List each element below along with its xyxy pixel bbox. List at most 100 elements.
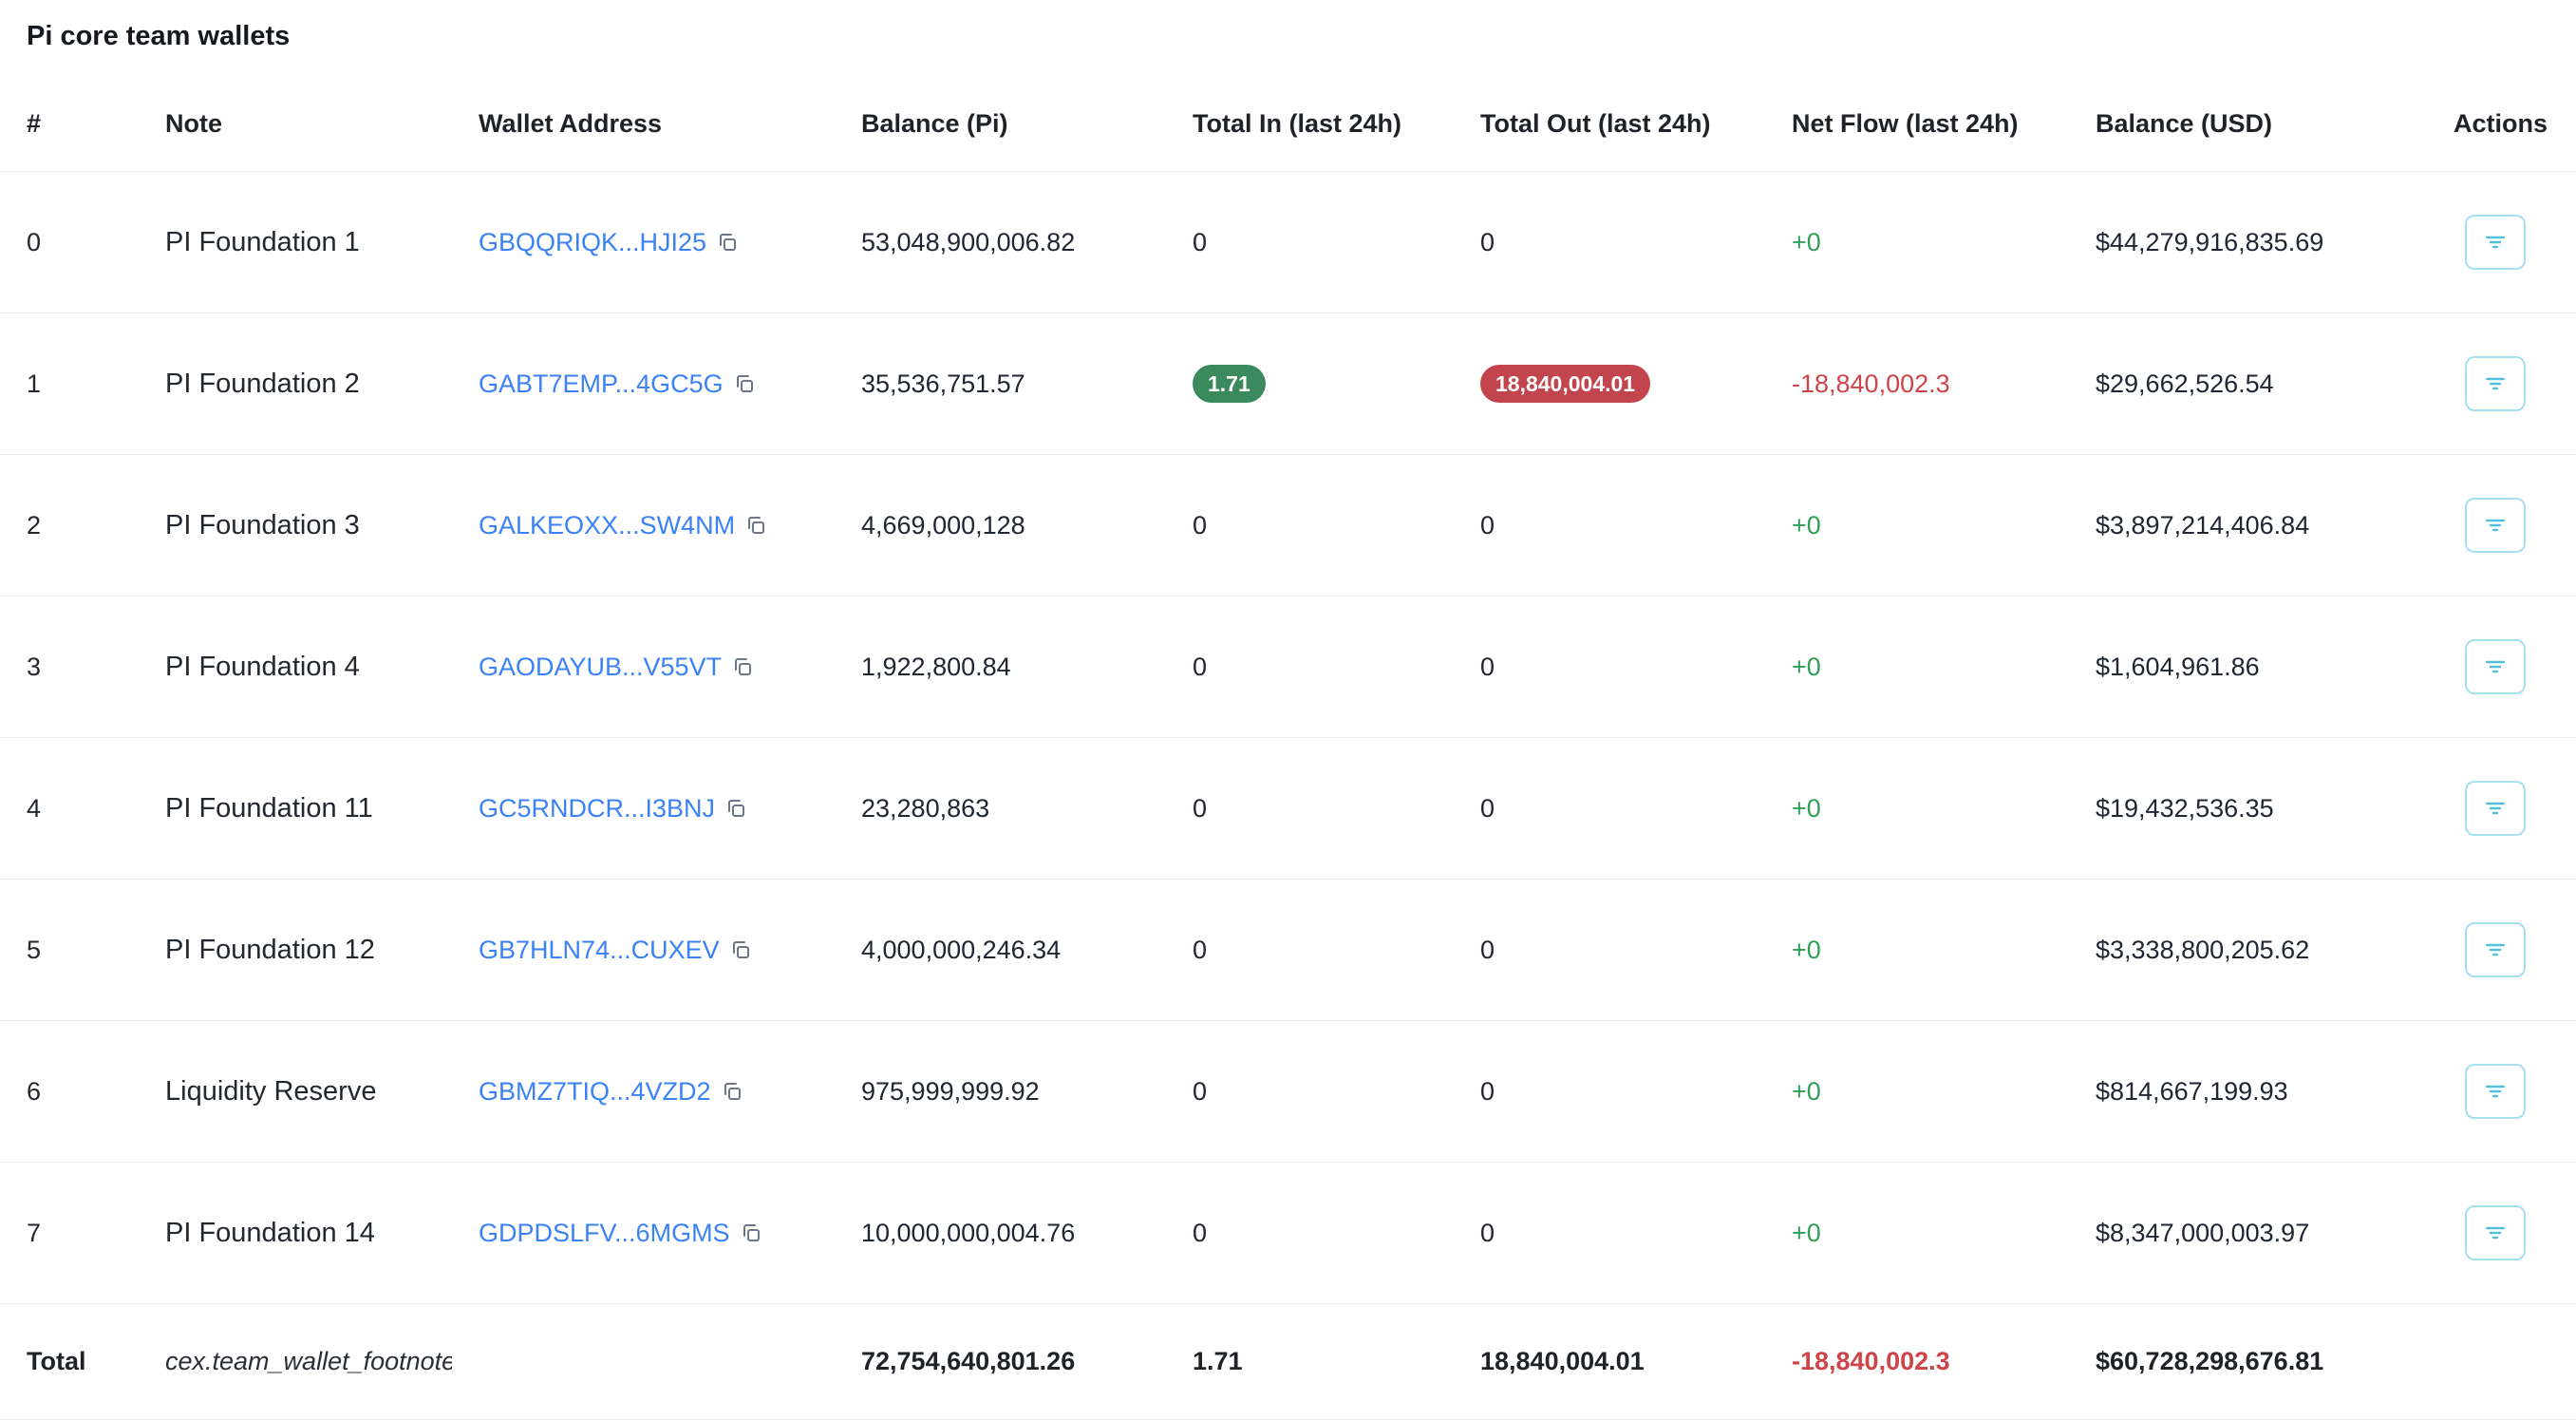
row-actions-button[interactable] bbox=[2465, 215, 2526, 270]
copy-icon[interactable] bbox=[721, 1080, 743, 1103]
copy-icon[interactable] bbox=[733, 372, 756, 395]
balance-pi-value: 975,999,999.92 bbox=[835, 1021, 1166, 1163]
actions-cell bbox=[2427, 1163, 2576, 1304]
filter-icon bbox=[2481, 511, 2510, 540]
row-index: 3 bbox=[0, 596, 139, 738]
filter-icon bbox=[2481, 1219, 2510, 1247]
column-header-wallet-address: Wallet Address bbox=[452, 77, 835, 172]
row-actions-button[interactable] bbox=[2465, 1205, 2526, 1260]
row-actions-button[interactable] bbox=[2465, 1064, 2526, 1119]
column-header-total-out: Total Out (last 24h) bbox=[1454, 77, 1765, 172]
row-index: 2 bbox=[0, 455, 139, 596]
column-header-balance-usd: Balance (USD) bbox=[2069, 77, 2427, 172]
net-flow-cell: +0 bbox=[1765, 1163, 2069, 1304]
row-actions-button[interactable] bbox=[2465, 498, 2526, 553]
wallet-address-link[interactable]: GB7HLN74...CUXEV bbox=[479, 936, 720, 964]
copy-icon[interactable] bbox=[731, 655, 754, 678]
net-flow-cell: +0 bbox=[1765, 596, 2069, 738]
total-in-value: 0 bbox=[1166, 172, 1454, 313]
wallet-address-link[interactable]: GDPDSLFV...6MGMS bbox=[479, 1219, 730, 1247]
total-in-value: 0 bbox=[1166, 455, 1454, 596]
balance-usd-value: $19,432,536.35 bbox=[2069, 738, 2427, 880]
total-out-value: 0 bbox=[1454, 738, 1765, 880]
balance-usd-value: $29,662,526.54 bbox=[2069, 313, 2427, 455]
filter-icon bbox=[2481, 936, 2510, 964]
net-flow-cell: +0 bbox=[1765, 455, 2069, 596]
wallet-note: PI Foundation 3 bbox=[139, 455, 452, 596]
table-row: 3 PI Foundation 4 GAODAYUB...V55VT 1,922… bbox=[0, 596, 2576, 738]
total-label: Total bbox=[0, 1304, 139, 1420]
wallet-address-cell: GBMZ7TIQ...4VZD2 bbox=[452, 1021, 835, 1163]
net-flow-value: +0 bbox=[1792, 228, 1821, 256]
balance-usd-value: $3,897,214,406.84 bbox=[2069, 455, 2427, 596]
wallet-address-link[interactable]: GC5RNDCR...I3BNJ bbox=[479, 794, 715, 823]
row-actions-button[interactable] bbox=[2465, 356, 2526, 411]
net-flow-value: -18,840,002.3 bbox=[1792, 369, 1950, 398]
total-out-value: 0 bbox=[1454, 1021, 1765, 1163]
wallet-note: PI Foundation 1 bbox=[139, 172, 452, 313]
wallet-address-cell: GBQQRIQK...HJI25 bbox=[452, 172, 835, 313]
total-balance-usd: $60,728,298,676.81 bbox=[2069, 1304, 2427, 1420]
total-in-value: 0 bbox=[1166, 1021, 1454, 1163]
actions-cell bbox=[2427, 880, 2576, 1021]
wallet-address-link[interactable]: GBMZ7TIQ...4VZD2 bbox=[479, 1077, 711, 1106]
total-out-value: 0 bbox=[1454, 455, 1765, 596]
page-title: Pi core team wallets bbox=[0, 0, 2576, 77]
wallet-note: PI Foundation 14 bbox=[139, 1163, 452, 1304]
wallet-note: Liquidity Reserve bbox=[139, 1021, 452, 1163]
balance-usd-value: $44,279,916,835.69 bbox=[2069, 172, 2427, 313]
wallet-address-link[interactable]: GABT7EMP...4GC5G bbox=[479, 369, 724, 398]
balance-pi-value: 4,669,000,128 bbox=[835, 455, 1166, 596]
wallet-address-cell: GALKEOXX...SW4NM bbox=[452, 455, 835, 596]
row-actions-button[interactable] bbox=[2465, 922, 2526, 977]
net-flow-value: +0 bbox=[1792, 653, 1821, 681]
table-row: 0 PI Foundation 1 GBQQRIQK...HJI25 53,04… bbox=[0, 172, 2576, 313]
balance-usd-value: $1,604,961.86 bbox=[2069, 596, 2427, 738]
table-row: 5 PI Foundation 12 GB7HLN74...CUXEV 4,00… bbox=[0, 880, 2576, 1021]
total-wallet-cell bbox=[452, 1304, 835, 1420]
wallet-address-cell: GDPDSLFV...6MGMS bbox=[452, 1163, 835, 1304]
row-index: 5 bbox=[0, 880, 139, 1021]
table-row: 4 PI Foundation 11 GC5RNDCR...I3BNJ 23,2… bbox=[0, 738, 2576, 880]
wallet-address-link[interactable]: GALKEOXX...SW4NM bbox=[479, 511, 735, 540]
wallet-address-link[interactable]: GAODAYUB...V55VT bbox=[479, 653, 722, 681]
total-in-value: 0 bbox=[1166, 738, 1454, 880]
net-flow-cell: +0 bbox=[1765, 738, 2069, 880]
total-footnote: cex.team_wallet_footnote bbox=[139, 1304, 452, 1420]
total-net-flow-value: -18,840,002.3 bbox=[1792, 1347, 1950, 1375]
net-flow-value: +0 bbox=[1792, 1219, 1821, 1247]
wallet-address-link[interactable]: GBQQRIQK...HJI25 bbox=[479, 228, 706, 256]
copy-icon[interactable] bbox=[724, 797, 747, 820]
column-header-total-in: Total In (last 24h) bbox=[1166, 77, 1454, 172]
balance-pi-value: 35,536,751.57 bbox=[835, 313, 1166, 455]
wallet-note: PI Foundation 2 bbox=[139, 313, 452, 455]
net-flow-value: +0 bbox=[1792, 794, 1821, 823]
page: Pi core team wallets # Note Wallet Addre… bbox=[0, 0, 2576, 1420]
row-actions-button[interactable] bbox=[2465, 639, 2526, 694]
balance-usd-value: $3,338,800,205.62 bbox=[2069, 880, 2427, 1021]
copy-icon[interactable] bbox=[740, 1221, 762, 1244]
total-out-value: 0 bbox=[1454, 1163, 1765, 1304]
copy-icon[interactable] bbox=[744, 514, 767, 537]
balance-usd-value: $8,347,000,003.97 bbox=[2069, 1163, 2427, 1304]
actions-cell bbox=[2427, 313, 2576, 455]
copy-icon[interactable] bbox=[716, 231, 739, 254]
table-row: 7 PI Foundation 14 GDPDSLFV...6MGMS 10,0… bbox=[0, 1163, 2576, 1304]
wallet-address-cell: GABT7EMP...4GC5G bbox=[452, 313, 835, 455]
net-flow-value: +0 bbox=[1792, 936, 1821, 964]
net-flow-cell: +0 bbox=[1765, 1021, 2069, 1163]
copy-icon[interactable] bbox=[729, 938, 752, 961]
total-in-value: 0 bbox=[1166, 596, 1454, 738]
total-in-badge: 1.71 bbox=[1193, 365, 1266, 403]
column-header-index: # bbox=[0, 77, 139, 172]
wallet-note: PI Foundation 12 bbox=[139, 880, 452, 1021]
wallet-address-cell: GC5RNDCR...I3BNJ bbox=[452, 738, 835, 880]
balance-pi-value: 4,000,000,246.34 bbox=[835, 880, 1166, 1021]
total-in-value: 0 bbox=[1166, 880, 1454, 1021]
actions-cell bbox=[2427, 738, 2576, 880]
table-row: 2 PI Foundation 3 GALKEOXX...SW4NM 4,669… bbox=[0, 455, 2576, 596]
actions-cell bbox=[2427, 172, 2576, 313]
row-actions-button[interactable] bbox=[2465, 781, 2526, 836]
column-header-net-flow: Net Flow (last 24h) bbox=[1765, 77, 2069, 172]
total-net-flow-cell: -18,840,002.3 bbox=[1765, 1304, 2069, 1420]
